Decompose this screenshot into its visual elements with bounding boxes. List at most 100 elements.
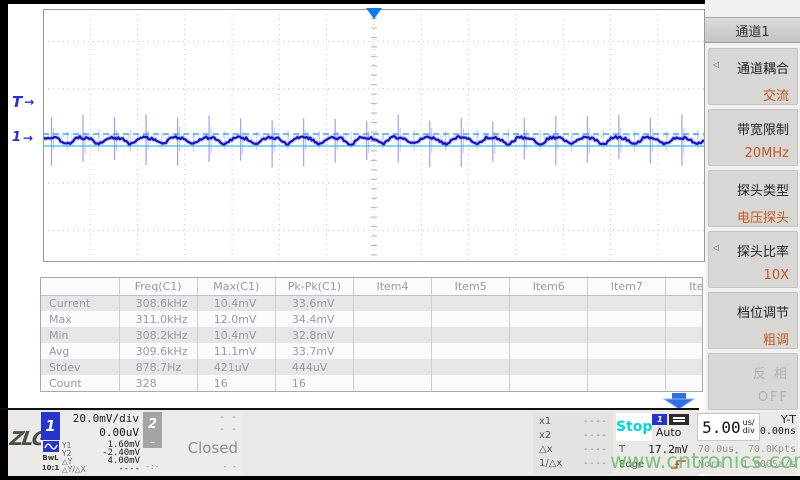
cell-value: 328 [119,375,197,391]
trigger-coupling-dc-icon [669,414,689,425]
sidebar-item-3[interactable]: ◁探头比率10X [708,231,798,288]
bandwidth-limit-badge: BwL [42,454,58,462]
channel2-badge[interactable]: 2 [143,412,162,436]
cell-value [510,311,588,327]
cell-value: 32.8mV [275,327,353,343]
menu-item-value: 10X [709,268,789,283]
channel1-marker-label: 1 [12,130,21,145]
oscilloscope-screen: T → 1 → Freq(C1)Max(C1)Pk-Pk(C1)Item4Ite… [0,0,800,480]
sidebar-item-1[interactable]: 带宽限制 20MHz [708,109,798,166]
row-label: Max [41,311,119,327]
channel1-badge[interactable]: 1 [41,412,60,440]
cell-value [353,311,431,327]
sidebar-title: 通道1 [705,17,800,43]
cell-value [510,343,588,359]
cell-value: 878.7Hz [119,359,197,375]
cell-value: 309.6kHz [119,343,197,359]
menu-item-value: 20MHz [709,146,789,161]
channel1-status-panel[interactable]: 1 20.0mV/div 0.00uV BwL 10:1 Y11.60mVY2-… [41,412,142,474]
cell-value [510,295,588,311]
cell-value [588,311,666,327]
cell-value: 10.4mV [197,295,275,311]
table-row: Current308.6kHz10.4mV33.6mV [41,295,703,311]
sidebar-item-2[interactable]: 探头类型电压探头 [708,170,798,227]
cursor-label: △x [539,444,553,455]
cell-value: 34.4mV [275,311,353,327]
cell-value: 33.6mV [275,295,353,311]
table-row: Stdev878.7Hz421uV444uV [41,359,703,375]
channel1-offset: 0.00uV [60,426,139,440]
ac-coupling-icon [43,441,59,452]
cell-value [666,311,703,327]
cell-value [588,343,666,359]
cursor-row: 1/△x ---- [539,456,607,470]
cell-value [666,359,703,375]
trigger-delay: 0.00ns [760,426,796,437]
menu-item-label: 带宽限制 [709,119,789,138]
sidebar-menu-panel: 通道1 ◁ 通道耦合交流带宽限制 20MHz 探头类型电压探头◁探头比率10X档位调节… [705,0,800,476]
menu-item-label: 反 相 [709,363,789,382]
cell-value: 16 [275,375,353,391]
cell-value: 444uV [275,359,353,375]
column-header: Item5 [432,278,510,295]
sidebar-item-4[interactable]: 档位调节粗调 [708,292,798,349]
cell-value: 10.4mV [197,327,275,343]
trigger-source-badge: 1 [652,414,667,425]
cell-value [353,327,431,343]
timebase-scale-box[interactable]: 5.00 us/ div [697,413,760,441]
cell-value [353,375,431,391]
channel2-status-panel[interactable]: 2 - - - - – Closed -:- - - [143,412,243,474]
cell-value [353,343,431,359]
menu-item-label: 通道耦合 [709,58,789,77]
timebase-unit-div: div [743,427,755,435]
menu-item-value: OFF [709,390,789,405]
right-arrow-icon: → [23,131,33,145]
cell-value [353,295,431,311]
cell-value [432,295,510,311]
timebase-scale: 5.00 [702,418,741,437]
cursor-value: ---- [583,444,607,455]
channel1-position-marker[interactable]: 1 → [12,130,33,145]
menu-item-value: 交流 [709,85,789,104]
probe-ratio-badge: 10:1 [42,464,59,472]
column-header: Item4 [353,278,431,295]
row-label: Avg [41,343,119,359]
cell-value: 12.0mV [197,311,275,327]
cursor-label: x1 [539,416,551,427]
measurement-table: Freq(C1)Max(C1)Pk-Pk(C1)Item4Item5Item6I… [40,277,703,392]
cursor-label: 1/△x [539,458,562,469]
cell-value: 421uV [197,359,275,375]
cursor-row: x2---- [539,428,607,442]
trigger-mode[interactable]: Auto [656,426,682,439]
graticule-svg[interactable] [43,9,705,262]
column-header: Item8 [666,278,703,295]
channel2-coupling-badge: – [143,436,162,448]
cell-value [588,295,666,311]
column-header: Pk-Pk(C1) [275,278,353,295]
measurement-header-row: Freq(C1)Max(C1)Pk-Pk(C1)Item4Item5Item6I… [41,278,703,295]
sidebar-menu: ◁通道耦合交流带宽限制20MHz探头类型电压探头◁探头比率10X档位调节粗调反 … [705,43,800,410]
cell-value [588,327,666,343]
row-label: Count [41,375,119,391]
channel2-scale: - - [162,412,237,424]
row-label: Min [41,327,119,343]
trigger-position-marker-icon[interactable] [366,8,382,19]
channel1-cursor-readouts: Y11.60mVY2-2.40mV△Y4.00mV△Y/△X---- [60,440,142,474]
cursor-value: ---- [583,458,607,469]
table-scroll-down-arrow-icon[interactable] [663,393,695,409]
sidebar-item-0[interactable]: ◁通道耦合交流 [708,48,798,105]
cell-value [666,375,703,391]
cursor-label: x2 [539,430,551,441]
collapse-arrow-icon: ◁ [713,243,719,252]
cell-value [666,327,703,343]
cell-value [588,359,666,375]
trigger-level-marker[interactable]: T → [12,93,34,111]
row-label: Current [41,295,119,311]
sidebar-item-5[interactable]: 反 相 OFF [708,353,798,410]
cell-value [432,375,510,391]
menu-item-value: 电压探头 [709,207,789,226]
channel1-scale: 20.0mV/div [60,412,139,426]
cell-value [666,343,703,359]
trigger-level-label: T [12,93,22,111]
run-state-button[interactable]: Stop [616,413,652,441]
